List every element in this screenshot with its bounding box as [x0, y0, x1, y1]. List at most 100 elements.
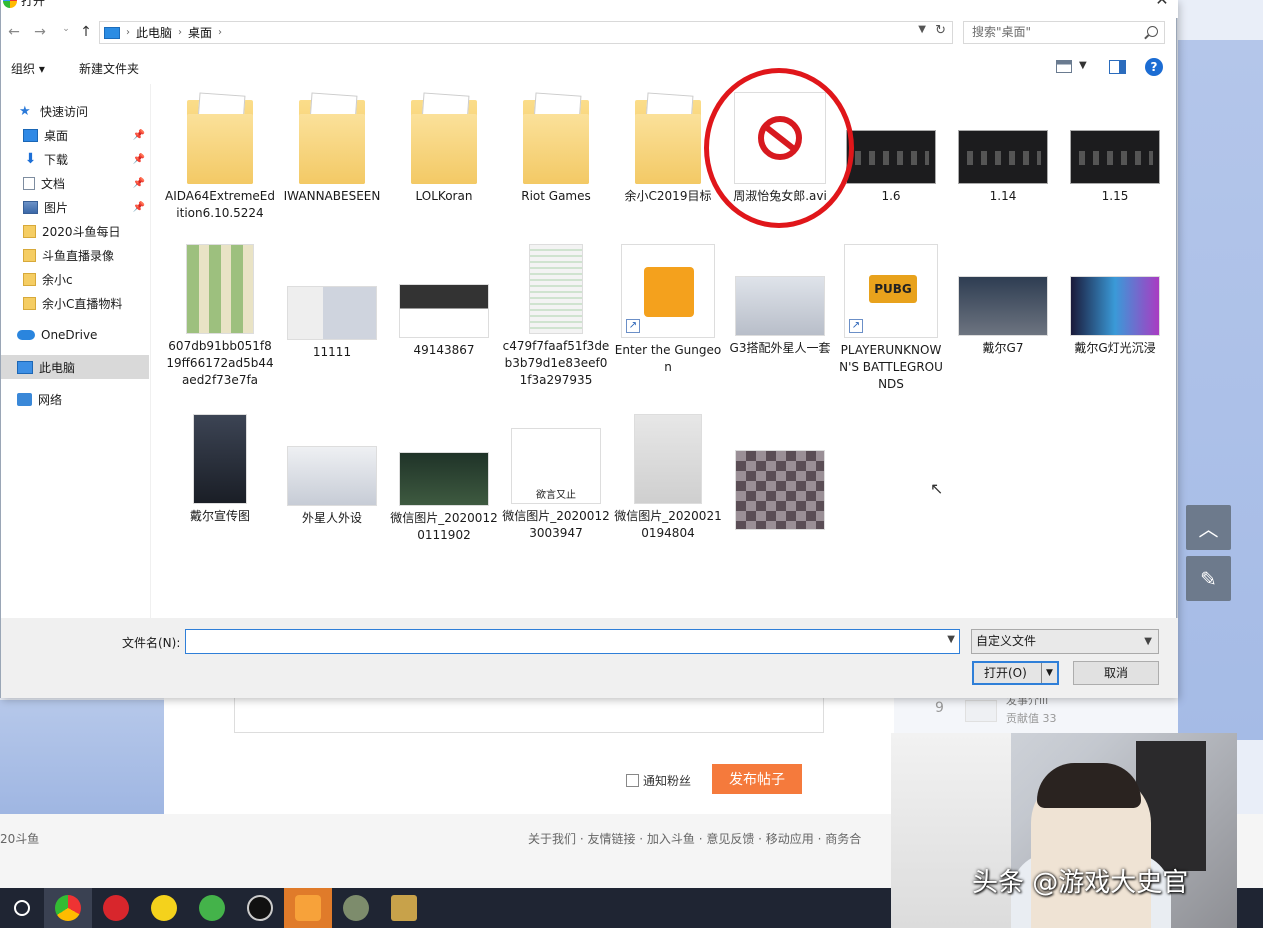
chevron-down-icon[interactable]: ▼	[947, 634, 955, 645]
download-icon: ⬇	[24, 150, 37, 167]
file-item[interactable]: 微信图片_20200120111902	[389, 414, 499, 544]
recent-dropdown-icon[interactable]: ⌄	[57, 24, 75, 42]
dialog-titlebar: 打开 ✕	[1, 0, 1178, 18]
taskbar-app-wechat[interactable]	[188, 888, 236, 928]
background-decoration	[0, 700, 164, 814]
file-item[interactable]: 戴尔宣传图	[165, 414, 275, 525]
refresh-icon[interactable]: ↻	[935, 23, 946, 38]
publish-post-button[interactable]: 发布帖子	[712, 764, 802, 794]
file-item[interactable]: 外星人外设	[277, 414, 387, 527]
notify-fans-checkbox[interactable]: 通知粉丝	[626, 772, 691, 789]
file-item[interactable]: 1.15	[1060, 84, 1170, 205]
view-options-icon[interactable]	[1056, 60, 1072, 73]
sidebar-item-documents[interactable]: 文档 📌	[1, 171, 149, 195]
post-textarea[interactable]	[234, 697, 824, 733]
pc-icon	[17, 360, 33, 374]
folder-icon	[23, 272, 36, 286]
chevron-down-icon[interactable]: ▼	[1079, 60, 1087, 71]
blocked-file-thumbnail	[734, 92, 826, 184]
file-item[interactable]: c479f7faaf51f3deb3b79d1e83eef01f3a297935	[501, 244, 611, 389]
folder-icon	[23, 248, 36, 262]
pin-icon[interactable]: 📌	[133, 178, 145, 189]
file-item[interactable]: AIDA64ExtremeEdition6.10.5224	[165, 84, 275, 222]
pin-icon[interactable]: 📌	[133, 130, 145, 141]
file-item[interactable]: 607db91bb051f819ff66172ad5b44aed2f73e7fa	[165, 244, 275, 389]
file-item[interactable]: 戴尔G7	[948, 244, 1058, 357]
file-item[interactable]: 欲言又止 微信图片_20200123003947	[501, 414, 611, 542]
file-item[interactable]: 49143867	[389, 244, 499, 359]
sidebar-item-quick-access[interactable]: ★ 快速访问	[1, 99, 149, 123]
network-icon	[17, 392, 32, 406]
sidebar-item-network[interactable]: 网络	[1, 387, 149, 411]
taskbar-app-music[interactable]	[92, 888, 140, 928]
cortana-button[interactable]	[0, 888, 44, 928]
sidebar-item-desktop[interactable]: 桌面 📌	[1, 123, 149, 147]
file-item[interactable]: 戴尔G灯光沉浸	[1060, 244, 1170, 357]
checkbox[interactable]	[626, 774, 639, 787]
file-item[interactable]: 微信图片_20200210194804	[613, 414, 723, 542]
organize-button[interactable]: 组织 ▾	[11, 60, 45, 77]
taskbar-app-lol[interactable]	[380, 888, 428, 928]
scroll-top-button[interactable]: ︿	[1186, 505, 1231, 550]
taskbar-app-browser[interactable]	[44, 888, 92, 928]
sidebar-item-folder[interactable]: 余小C直播物料	[1, 291, 149, 315]
chevron-down-icon: ▼	[1144, 636, 1152, 647]
edit-button[interactable]: ✎	[1186, 556, 1231, 601]
image-thumbnail	[193, 414, 247, 504]
taskbar-app-obs[interactable]	[236, 888, 284, 928]
taskbar-app-player[interactable]	[140, 888, 188, 928]
netease-music-icon	[103, 895, 129, 921]
back-arrow-icon[interactable]: ←	[5, 24, 23, 42]
address-bar[interactable]: › 此电脑 › 桌面 › ▼ ↻	[99, 21, 953, 44]
new-folder-button[interactable]: 新建文件夹	[79, 60, 139, 77]
filename-input[interactable]: ▼	[185, 629, 960, 654]
preview-pane-icon[interactable]	[1109, 60, 1126, 74]
sidebar-item-downloads[interactable]: ⬇ 下载 📌	[1, 147, 149, 171]
pin-icon[interactable]: 📌	[133, 154, 145, 165]
breadcrumb-desktop[interactable]: 桌面	[188, 24, 212, 41]
open-split-dropdown[interactable]: ▼	[1041, 663, 1057, 683]
file-item[interactable]	[725, 414, 835, 534]
browser-icon	[55, 895, 81, 921]
sidebar-item-folder[interactable]: 2020斗鱼每日	[1, 219, 149, 243]
file-item[interactable]: 1.14	[948, 84, 1058, 205]
file-item[interactable]: G3搭配外星人一套	[725, 244, 835, 357]
image-thumbnail	[399, 284, 489, 338]
taskbar-app-game[interactable]	[332, 888, 380, 928]
filetype-select[interactable]: 自定义文件 ▼	[971, 629, 1159, 654]
taskbar-app-douyu[interactable]	[284, 888, 332, 928]
image-thumbnail	[958, 276, 1048, 336]
sidebar-item-folder[interactable]: 余小c	[1, 267, 149, 291]
search-icon[interactable]	[1147, 26, 1158, 37]
file-item[interactable]: 周淑怡兔女郎.avi	[725, 84, 835, 205]
file-item[interactable]: 余小C2019目标	[613, 84, 723, 205]
file-item[interactable]: 11111	[277, 244, 387, 361]
file-item[interactable]: LOLKoran	[389, 84, 499, 205]
file-item[interactable]: PUBG ↗ PLAYERUNKNOWN'S BATTLEGROUNDS	[836, 244, 946, 393]
star-icon: ★	[19, 103, 31, 119]
breadcrumb-this-pc[interactable]: 此电脑	[136, 24, 172, 41]
navigation-pane: ★ 快速访问 桌面 📌 ⬇ 下载 📌 文档 📌 图片 📌 2020斗鱼每日 斗鱼直播录像 余…	[1, 84, 151, 618]
chevron-down-icon[interactable]: ▼	[918, 24, 926, 35]
pin-icon[interactable]: 📌	[133, 202, 145, 213]
file-item[interactable]: Riot Games	[501, 84, 611, 205]
sidebar-item-this-pc[interactable]: 此电脑	[1, 355, 149, 379]
close-icon[interactable]: ✕	[1152, 0, 1172, 10]
file-item[interactable]: ↗ Enter the Gungeon	[613, 244, 723, 376]
sidebar-item-onedrive[interactable]: OneDrive	[1, 323, 149, 347]
up-arrow-icon[interactable]: ↑	[77, 24, 95, 42]
rank-number: 9	[935, 700, 944, 716]
footer-links[interactable]: 关于我们 · 友情链接 · 加入斗鱼 · 意见反馈 · 移动应用 · 商务合	[528, 830, 890, 847]
search-input[interactable]: 搜索"桌面"	[963, 21, 1165, 44]
sidebar-item-folder[interactable]: 斗鱼直播录像	[1, 243, 149, 267]
pubg-logo: PUBG	[869, 275, 917, 303]
help-icon[interactable]: ?	[1145, 58, 1163, 76]
image-thumbnail	[287, 286, 377, 340]
cancel-button[interactable]: 取消	[1073, 661, 1159, 685]
open-button[interactable]: 打开(O) ▼	[972, 661, 1059, 685]
folder-icon	[411, 100, 477, 184]
file-item[interactable]: IWANNABESEEN	[277, 84, 387, 205]
forward-arrow-icon[interactable]: →	[31, 24, 49, 42]
file-item[interactable]: 1.6	[836, 84, 946, 205]
sidebar-item-pictures[interactable]: 图片 📌	[1, 195, 149, 219]
